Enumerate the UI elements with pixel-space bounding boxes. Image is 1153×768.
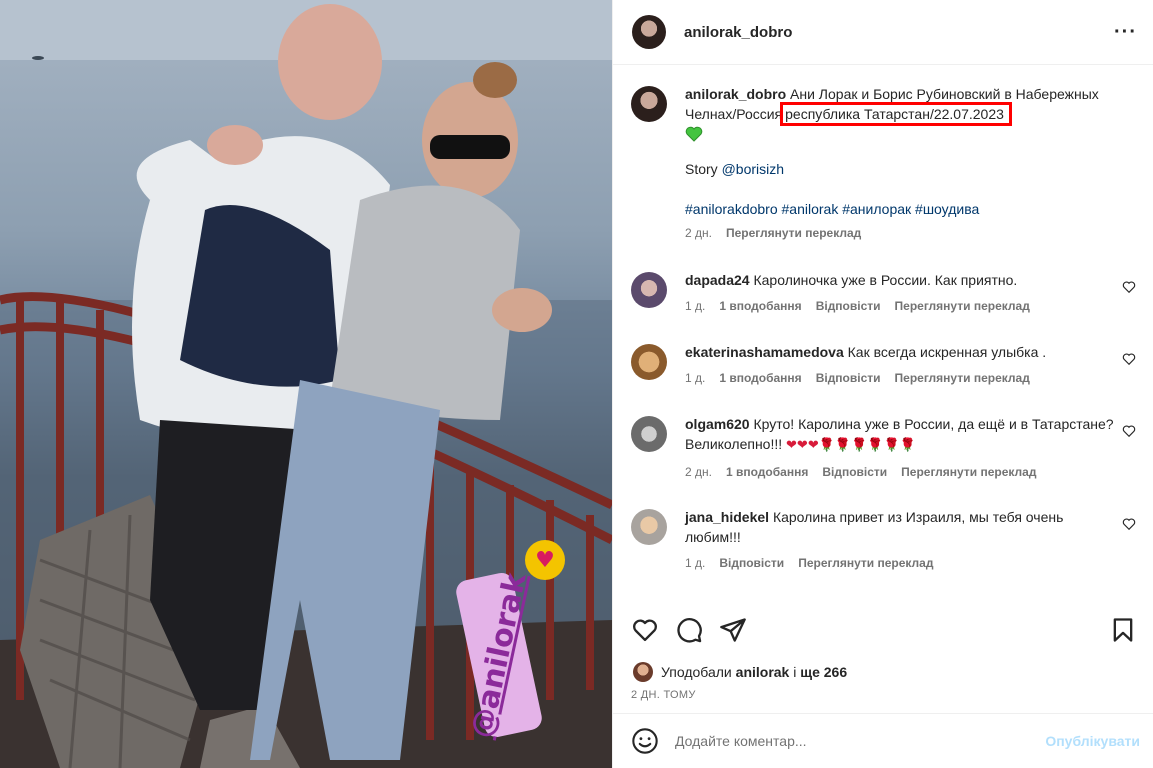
heart-eyes-emoji-icon: ♥ [525,540,565,580]
comment-emojis: ❤❤❤🌹🌹🌹🌹🌹🌹 [786,438,916,453]
bookmark-save-icon[interactable] [1109,616,1137,644]
comment-item: olgam620 Круто! Каролина уже в России, д… [631,414,1136,479]
comment-username[interactable]: dapada24 [685,272,750,288]
author-avatar[interactable] [632,15,666,49]
story-label: Story [685,161,718,177]
post-date[interactable]: 2 ДН. ТОМУ [631,689,696,701]
comment-like-heart-icon[interactable] [1122,280,1136,294]
comment-time[interactable]: 1 д. [685,556,705,570]
comment-item: jana_hidekel Каролина привет из Израиля,… [631,507,1136,570]
liker-username[interactable]: anilorak [736,664,790,680]
comment-username[interactable]: olgam620 [685,416,750,432]
more-horizontal-icon[interactable]: ··· [1114,21,1137,44]
comment-like-heart-icon[interactable] [1122,424,1136,438]
post-header: anilorak_dobro ··· [613,0,1153,65]
comment-translate-link[interactable]: Переглянути переклад [901,465,1036,479]
comment-reply-button[interactable]: Відповісти [719,556,784,570]
story-mention-link[interactable]: @borisizh [722,161,784,177]
comment-time[interactable]: 1 д. [685,371,705,385]
comment-item: ekaterinashamamedova Как всегда искренна… [631,342,1136,385]
caption-time[interactable]: 2 дн. [685,226,712,240]
comment-item: dapada24 Каролиночка уже в России. Как п… [631,270,1136,313]
publish-button[interactable]: Опублікувати [1045,733,1140,749]
comment-like-heart-icon[interactable] [1122,352,1136,366]
comment-text: Каролиночка уже в России. Как приятно. [753,272,1018,288]
likes-prefix: Уподобали [661,664,732,680]
comment-text: Как всегда искренная улыбка . [847,344,1047,360]
post-side-panel: anilorak_dobro ··· anilorak_dobro Ани Ло… [612,0,1153,768]
highlighted-location-date: республика Татарстан/22.07.2023 [780,102,1012,126]
comment-translate-link[interactable]: Переглянути переклад [798,556,933,570]
add-comment-bar: Додайте коментар... Опублікувати [613,713,1153,768]
author-username[interactable]: anilorak_dobro [684,24,792,41]
caption-avatar[interactable] [631,86,667,122]
liker-avatar[interactable] [633,662,653,682]
comment-likes[interactable]: 1 вподобання [719,371,801,385]
post-caption: anilorak_dobro Ани Лорак и Борис Рубинов… [631,84,1136,240]
comment-reply-button[interactable]: Відповісти [816,299,881,313]
comment-bubble-icon[interactable] [675,616,703,644]
comment-username[interactable]: jana_hidekel [685,509,769,525]
comment-time[interactable]: 2 дн. [685,465,712,479]
post-photo[interactable]: @anilorak ♥ [0,0,612,768]
caption-hashtags[interactable]: #anilorakdobro #anilorak #анилорак #шоуд… [685,199,1115,219]
commenter-avatar[interactable] [631,416,667,452]
comment-likes[interactable]: 1 вподобання [719,299,801,313]
caption-username[interactable]: anilorak_dobro [685,86,786,102]
comment-translate-link[interactable]: Переглянути переклад [895,299,1030,313]
green-heart-icon [685,126,1115,145]
comments-section: anilorak_dobro Ани Лорак и Борис Рубинов… [613,66,1153,600]
comment-input[interactable]: Додайте коментар... [675,733,807,749]
likes-middle: і [793,664,797,680]
commenter-avatar[interactable] [631,509,667,545]
post-action-bar [613,600,1153,648]
likes-summary: Уподобали anilorak і ще 266 [633,662,847,682]
emoji-smiley-icon[interactable] [631,727,659,755]
comment-username[interactable]: ekaterinashamamedova [685,344,844,360]
share-send-icon[interactable] [719,616,747,644]
comment-likes[interactable]: 1 вподобання [726,465,808,479]
commenter-avatar[interactable] [631,344,667,380]
comment-translate-link[interactable]: Переглянути переклад [895,371,1030,385]
comment-time[interactable]: 1 д. [685,299,705,313]
comment-like-heart-icon[interactable] [1122,517,1136,531]
caption-translate-link[interactable]: Переглянути переклад [726,226,861,240]
commenter-avatar[interactable] [631,272,667,308]
comment-reply-button[interactable]: Відповісти [816,371,881,385]
like-heart-icon[interactable] [631,616,659,644]
likes-count-link[interactable]: ще 266 [800,664,847,680]
comment-reply-button[interactable]: Відповісти [822,465,887,479]
